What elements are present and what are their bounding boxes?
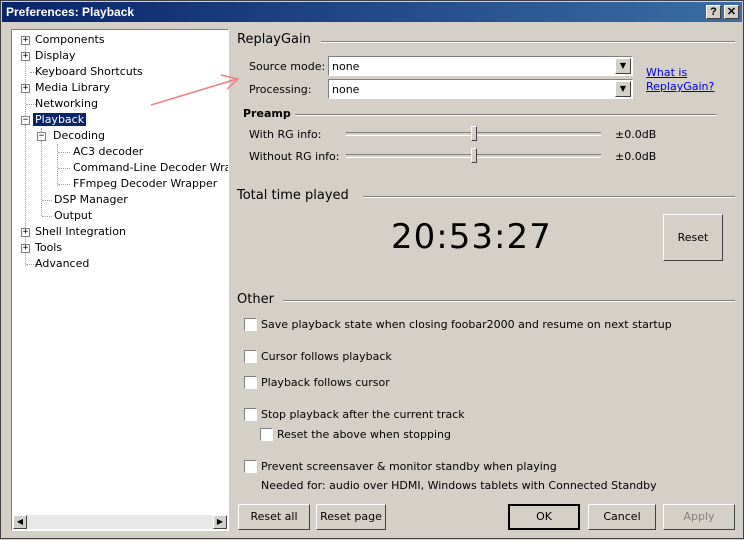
tree-item-components[interactable]: Components — [35, 32, 105, 48]
scroll-right-icon[interactable]: ▶ — [213, 515, 227, 529]
chevron-down-icon[interactable]: ▼ — [615, 58, 631, 74]
separator — [283, 300, 735, 302]
tree-line — [42, 216, 52, 217]
tree-item-shell-integration[interactable]: Shell Integration — [35, 224, 126, 240]
save-state-checkbox[interactable] — [244, 318, 257, 331]
without-rg-value: ±0.0dB — [615, 150, 657, 163]
reset-time-button[interactable]: Reset — [663, 214, 723, 261]
tree-line — [58, 168, 70, 169]
without-rg-slider-thumb[interactable] — [470, 148, 477, 163]
tree-item-decoding[interactable]: Decoding — [53, 128, 105, 144]
separator — [321, 41, 735, 43]
tree-line — [42, 200, 52, 201]
tree-item-dsp-manager[interactable]: DSP Manager — [54, 192, 128, 208]
tree-item-playback-label: Playback — [33, 113, 87, 126]
playback-follows-checkbox[interactable] — [244, 376, 257, 389]
tree-item-playback[interactable]: Playback — [33, 112, 87, 128]
expand-icon[interactable]: + — [21, 36, 30, 45]
tree-item-display[interactable]: Display — [35, 48, 76, 64]
total-time-title: Total time played — [237, 188, 349, 203]
scroll-left-icon[interactable]: ◀ — [13, 515, 27, 529]
tree-line — [41, 128, 42, 216]
tree-item-ffmpeg-decoder[interactable]: FFmpeg Decoder Wrapper — [73, 176, 217, 192]
prevent-screensaver-label: Prevent screensaver & monitor standby wh… — [261, 460, 557, 473]
help-button[interactable]: ? — [706, 5, 721, 19]
save-state-label: Save playback state when closing foobar2… — [261, 318, 672, 331]
tree-line — [57, 144, 58, 186]
cursor-follows-label: Cursor follows playback — [261, 350, 392, 363]
collapse-icon[interactable]: − — [21, 116, 30, 125]
expand-icon[interactable]: + — [21, 244, 30, 253]
source-mode-value: none — [332, 60, 360, 73]
close-button[interactable]: ✕ — [724, 5, 739, 19]
collapse-icon[interactable]: − — [37, 132, 46, 141]
prevent-screensaver-checkbox[interactable] — [244, 460, 257, 473]
separator — [295, 114, 717, 116]
stop-after-label: Stop playback after the current track — [261, 408, 465, 421]
preferences-tree[interactable]: + Components + Display Keyboard Shortcut… — [11, 29, 229, 531]
processing-value: none — [332, 83, 360, 96]
source-mode-label: Source mode: — [249, 60, 326, 73]
expand-icon[interactable]: + — [21, 84, 30, 93]
tree-item-keyboard-shortcuts[interactable]: Keyboard Shortcuts — [35, 64, 143, 80]
cancel-button[interactable]: Cancel — [588, 504, 656, 530]
reset-all-button[interactable]: Reset all — [238, 504, 310, 530]
expand-icon[interactable]: + — [21, 52, 30, 61]
preferences-window: Preferences: Playback ? ✕ + Components +… — [0, 0, 744, 539]
title-bar[interactable]: Preferences: Playback ? ✕ — [2, 2, 742, 22]
stop-after-checkbox[interactable] — [244, 408, 257, 421]
processing-label: Processing: — [249, 83, 312, 96]
reset-above-label: Reset the above when stopping — [277, 428, 451, 441]
apply-button[interactable]: Apply — [663, 504, 735, 530]
horizontal-scrollbar[interactable]: ◀ ▶ — [13, 515, 227, 529]
with-rg-label: With RG info: — [249, 128, 322, 141]
without-rg-label: Without RG info: — [249, 150, 340, 163]
tree-line — [58, 152, 70, 153]
processing-dropdown[interactable]: none ▼ — [328, 79, 633, 99]
replaygain-title: ReplayGain — [237, 32, 311, 47]
expand-icon[interactable]: + — [21, 228, 30, 237]
tree-item-command-line-decoder[interactable]: Command-Line Decoder Wrapper — [73, 160, 228, 176]
tree-item-media-library[interactable]: Media Library — [35, 80, 110, 96]
reset-above-checkbox[interactable] — [260, 428, 273, 441]
total-time-value: 20:53:27 — [391, 217, 552, 257]
other-title: Other — [237, 292, 274, 307]
cursor-follows-checkbox[interactable] — [244, 350, 257, 363]
separator — [363, 196, 735, 198]
chevron-down-icon[interactable]: ▼ — [615, 81, 631, 97]
what-is-replaygain-link[interactable]: What is ReplayGain? — [646, 66, 716, 94]
with-rg-value: ±0.0dB — [615, 128, 657, 141]
tree-line — [58, 184, 70, 185]
source-mode-dropdown[interactable]: none ▼ — [328, 56, 633, 76]
preamp-title: Preamp — [243, 107, 291, 120]
with-rg-slider-thumb[interactable] — [470, 126, 477, 141]
playback-follows-label: Playback follows cursor — [261, 376, 390, 389]
tree-item-networking[interactable]: Networking — [35, 96, 98, 112]
reset-page-button[interactable]: Reset page — [316, 504, 386, 530]
screensaver-note: Needed for: audio over HDMI, Windows tab… — [261, 479, 657, 492]
window-title: Preferences: Playback — [6, 5, 135, 19]
tree-item-ac3-decoder[interactable]: AC3 decoder — [73, 144, 143, 160]
ok-button[interactable]: OK — [508, 504, 580, 530]
tree-item-advanced[interactable]: Advanced — [35, 256, 89, 272]
tree-item-output[interactable]: Output — [54, 208, 92, 224]
tree-item-tools[interactable]: Tools — [35, 240, 62, 256]
